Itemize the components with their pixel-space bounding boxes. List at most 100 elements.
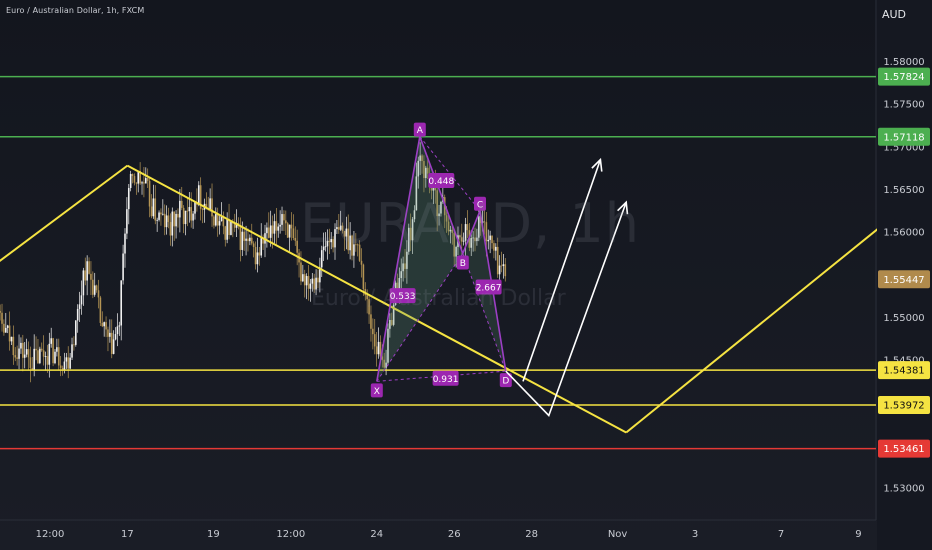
candle-body: [57, 347, 60, 366]
candle-body: [3, 323, 5, 333]
candle-body: [230, 221, 232, 235]
candle-body: [126, 209, 128, 234]
candle-body: [292, 228, 295, 238]
candle-body: [88, 261, 90, 274]
candle-body: [152, 198, 155, 217]
candle-body: [250, 237, 253, 244]
candle-body: [65, 357, 68, 362]
watermark-ticker: EURAUD, 1h: [300, 192, 640, 255]
candle-body: [69, 357, 71, 369]
candle-body: [131, 174, 134, 177]
candle-body: [179, 200, 181, 218]
candle-body: [4, 327, 7, 333]
x-tick-label: 9: [855, 529, 861, 540]
candle-body: [160, 212, 162, 215]
candle-body: [245, 238, 247, 241]
candle-body: [63, 361, 66, 371]
candle-body: [84, 270, 87, 281]
y-tick-label: 1.57500: [883, 100, 924, 111]
y-tick-label: 1.56500: [883, 185, 924, 196]
candle-body: [173, 211, 175, 227]
candle-body: [18, 348, 20, 359]
candle-body: [95, 285, 98, 291]
candle-body: [82, 270, 85, 296]
candle-body: [6, 325, 9, 328]
trendline: [0, 164, 128, 263]
candle-body: [90, 273, 92, 280]
candle-body: [137, 170, 140, 184]
candle-body: [180, 200, 183, 208]
y-tick-label: 1.58000: [883, 57, 924, 68]
candle-body: [114, 334, 117, 340]
candle-body: [216, 214, 219, 226]
candle-body: [307, 276, 310, 289]
candle-body: [59, 365, 62, 368]
candle-body: [254, 246, 257, 265]
candle-body: [50, 338, 53, 344]
candle-body: [372, 328, 374, 335]
candle-body: [182, 207, 185, 225]
candle-body: [186, 210, 189, 212]
x-tick-label: 26: [448, 529, 461, 540]
price-chart[interactable]: XABCD0.4480.5332.6670.9311.530001.545001…: [0, 0, 932, 550]
y-tick-label: 1.56000: [883, 228, 924, 239]
candle-body: [300, 262, 302, 282]
candle-body: [109, 332, 111, 337]
pattern-point-label: D: [502, 377, 509, 387]
candle-body: [188, 207, 191, 212]
candle-body: [122, 253, 124, 281]
candle-body: [154, 198, 157, 221]
pattern-ratio-label: 0.931: [433, 375, 459, 385]
candle-body: [99, 297, 102, 323]
x-tick-label: 7: [778, 529, 784, 540]
candle-body: [271, 225, 274, 234]
candle-body: [16, 357, 18, 359]
candle-body: [165, 215, 168, 228]
chart-area[interactable]: X A B C D 0.448 0.533 2.667 0.931 1.53000 1.54500 1…: [0, 0, 932, 550]
candle-body: [27, 349, 30, 358]
candle-body: [241, 231, 244, 250]
pattern-ratio-label: 0.448: [428, 177, 454, 187]
candle-body: [162, 213, 164, 215]
candle-body: [92, 279, 94, 295]
candle-body: [269, 225, 272, 238]
candle-body: [146, 178, 149, 181]
candle-body: [23, 354, 26, 358]
candle-body: [80, 295, 83, 305]
candle-body: [377, 341, 380, 355]
candle-body: [120, 280, 123, 326]
x-tick-label: 24: [370, 529, 383, 540]
price-badge-label: 1.54381: [883, 366, 924, 377]
candle-body: [167, 215, 170, 223]
candle-body: [71, 344, 73, 358]
candle-body: [42, 350, 45, 357]
candle-body: [148, 180, 151, 207]
symbol-title: Euro / Australian Dollar, 1h, FXCM: [6, 6, 145, 15]
candle-body: [133, 176, 136, 183]
watermark-name: Euro / Australian Dollar: [311, 286, 566, 311]
candle-body: [163, 213, 166, 228]
candle-body: [211, 198, 213, 217]
candle-body: [93, 285, 96, 295]
candle-body: [112, 339, 115, 354]
candle-body: [73, 344, 75, 346]
candle-body: [288, 224, 291, 238]
candle-body: [97, 290, 100, 298]
candle-body: [281, 214, 283, 225]
candle-body: [175, 213, 177, 227]
candle-body: [504, 264, 507, 277]
candle-body: [290, 224, 293, 229]
candle-body: [56, 347, 58, 352]
candle-body: [129, 174, 132, 188]
candle-body: [224, 226, 227, 240]
x-tick-label: 17: [121, 529, 134, 540]
candle-body: [311, 278, 314, 284]
y-tick-label: 1.53000: [883, 483, 924, 494]
candle-body: [169, 222, 172, 236]
y-tick-label: 1.55000: [883, 313, 924, 324]
candle-body: [8, 325, 11, 342]
candle-body: [101, 322, 104, 327]
candle-body: [302, 274, 304, 282]
candle-body: [228, 219, 230, 235]
candle-body: [156, 219, 158, 221]
